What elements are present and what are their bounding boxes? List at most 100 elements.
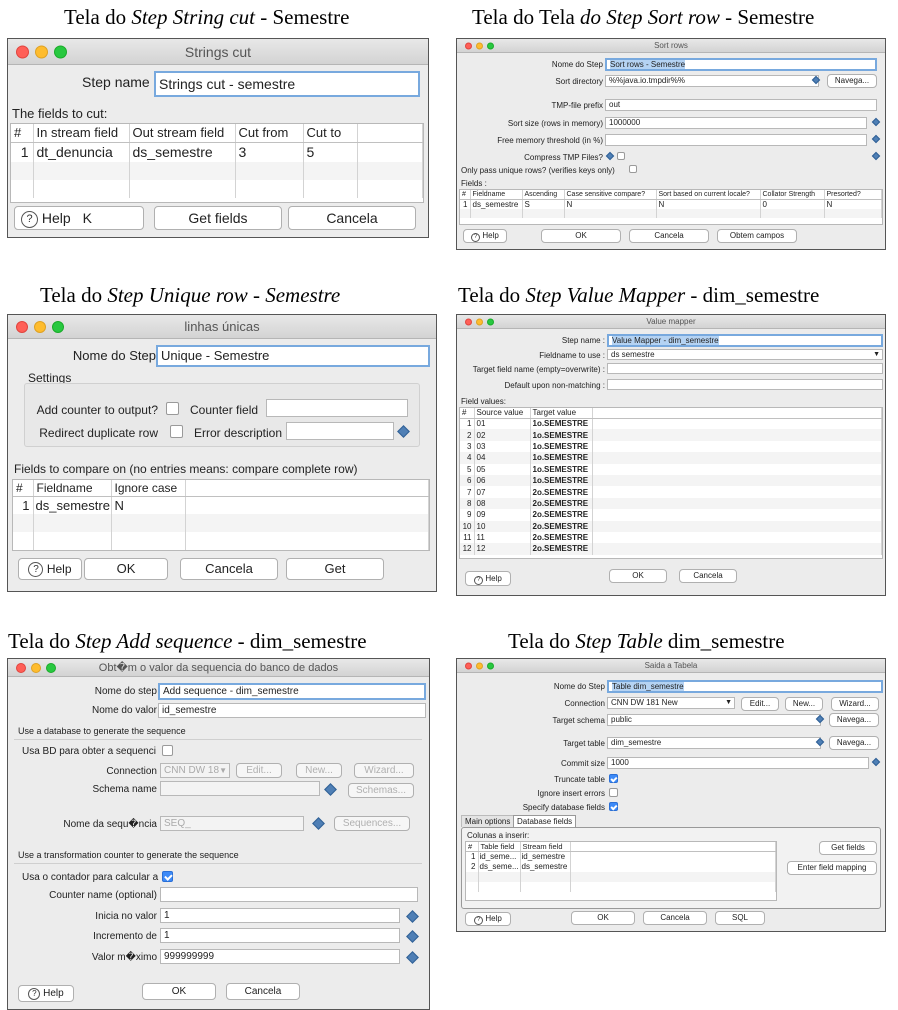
target-field-input[interactable] — [607, 363, 883, 374]
table-cell[interactable] — [592, 509, 882, 521]
cancel-button[interactable]: Cancela — [226, 983, 300, 1000]
table-cell[interactable]: N — [656, 199, 761, 209]
ignore-errors-checkbox[interactable] — [609, 788, 618, 797]
connection-select[interactable]: CNN DW 181 New ▼ — [607, 697, 735, 709]
table-cell[interactable]: 2o.SEMESTRE — [530, 543, 593, 555]
cancel-button[interactable]: Cancela — [629, 229, 709, 243]
table-cell[interactable] — [185, 496, 429, 514]
table-cell[interactable] — [570, 861, 776, 872]
table-cell[interactable] — [357, 142, 423, 162]
column-header[interactable]: Out stream field — [129, 124, 236, 143]
table-cell[interactable] — [592, 440, 882, 453]
column-header[interactable]: Ignore case — [111, 480, 186, 497]
compress-checkbox[interactable] — [617, 152, 625, 160]
fields-table[interactable]: # Fieldname Ascending Case sensitive com… — [459, 189, 883, 225]
column-header[interactable]: Presorted? — [824, 190, 882, 200]
table-cell[interactable] — [592, 463, 882, 475]
table-row[interactable] — [466, 871, 776, 882]
table-cell[interactable]: 02 — [474, 429, 531, 441]
table-cell[interactable]: ds_semestre — [470, 199, 523, 209]
browse-table-button[interactable]: Navega... — [829, 736, 879, 750]
ok-button[interactable]: OK — [541, 229, 621, 243]
add-counter-checkbox[interactable] — [166, 402, 179, 415]
variable-icon[interactable] — [406, 951, 419, 964]
table-cell[interactable]: ds_semestre — [129, 142, 236, 162]
table-row[interactable]: 7 07 2o.SEMESTRE — [460, 486, 882, 498]
table-cell[interactable]: 01 — [474, 418, 531, 430]
variable-icon[interactable] — [312, 817, 325, 830]
enter-field-mapping-button[interactable]: Enter field mapping — [787, 861, 877, 875]
column-header[interactable]: Stream field — [520, 842, 571, 852]
table-cell[interactable]: 07 — [474, 486, 531, 498]
column-header[interactable]: Cut from — [235, 124, 304, 143]
table-cell[interactable]: 05 — [474, 463, 531, 475]
table-cell[interactable]: dt_denuncia — [33, 142, 130, 162]
get-fields-button[interactable]: Obtem campos — [717, 229, 797, 243]
table-cell[interactable]: id_seme... — [478, 851, 521, 862]
table-cell[interactable]: 04 — [474, 452, 531, 464]
edit-button[interactable]: Edit... — [741, 697, 779, 711]
table-cell[interactable]: S — [522, 199, 565, 209]
fields-table[interactable]: # Fieldname Ignore case 1 ds_semestre N — [12, 479, 430, 551]
variable-icon[interactable] — [324, 783, 337, 796]
table-cell[interactable]: 1o.SEMESTRE — [530, 418, 593, 430]
schema-name-input[interactable] — [160, 781, 320, 796]
connection-select[interactable]: CNN DW 18 ▼ — [160, 763, 230, 778]
table-cell[interactable] — [592, 452, 882, 464]
browse-button[interactable]: Navega... — [827, 74, 877, 88]
fields-table[interactable]: # In stream field Out stream field Cut f… — [10, 123, 424, 203]
help-button[interactable]: ? Help — [18, 985, 74, 1002]
tmp-prefix-input[interactable]: out — [605, 99, 877, 111]
get-fields-button[interactable]: Get fields — [154, 206, 282, 230]
start-value-input[interactable]: 1 — [160, 908, 400, 923]
table-cell[interactable]: 0 — [760, 199, 825, 209]
table-cell[interactable]: 5 — [303, 142, 358, 162]
commit-size-input[interactable]: 1000 — [607, 757, 869, 769]
step-name-input[interactable]: Strings cut - semestre — [154, 71, 420, 97]
variable-icon[interactable] — [406, 930, 419, 943]
table-row[interactable]: 2 ds_seme... ds_semestre — [466, 861, 776, 872]
fieldname-select[interactable]: ds semestre ▼ — [607, 349, 883, 360]
variable-icon[interactable] — [871, 117, 881, 127]
default-input[interactable] — [607, 379, 883, 390]
database-fields-table[interactable]: # Table field Stream field 1 id_seme... … — [465, 841, 777, 901]
wizard-button[interactable]: Wizard... — [831, 697, 879, 711]
column-header[interactable]: # — [11, 124, 34, 143]
column-header[interactable]: # — [460, 408, 475, 419]
help-button[interactable]: ? Help K — [14, 206, 144, 230]
variable-icon[interactable] — [406, 910, 419, 923]
table-row[interactable]: 11 11 2o.SEMESTRE — [460, 531, 882, 544]
sequence-name-input[interactable]: SEQ_ — [160, 816, 304, 831]
get-button[interactable]: Get — [286, 558, 384, 580]
table-row[interactable] — [466, 881, 776, 892]
table-cell[interactable]: 3 — [235, 142, 304, 162]
table-cell[interactable] — [592, 497, 882, 510]
table-cell[interactable]: N — [111, 496, 186, 514]
table-cell[interactable]: 1o.SEMESTRE — [530, 474, 593, 487]
table-row[interactable] — [460, 209, 882, 218]
step-name-input[interactable]: Add sequence - dim_semestre — [158, 683, 426, 700]
table-cell[interactable]: 03 — [474, 440, 531, 453]
table-cell[interactable] — [592, 474, 882, 487]
table-cell[interactable]: 2o.SEMESTRE — [530, 509, 593, 521]
table-cell[interactable]: 1o.SEMESTRE — [530, 429, 593, 441]
column-header[interactable]: In stream field — [33, 124, 130, 143]
table-cell[interactable]: 12 — [474, 543, 531, 555]
column-header[interactable]: # — [466, 842, 479, 852]
table-cell[interactable]: N — [564, 199, 657, 209]
get-fields-button[interactable]: Get fields — [819, 841, 877, 855]
step-name-input[interactable]: Table dim_semestre — [607, 680, 883, 693]
step-name-input[interactable]: Sort rows - Semestre — [605, 58, 877, 71]
wizard-button[interactable]: Wizard... — [354, 763, 414, 778]
table-row[interactable] — [11, 162, 423, 180]
table-row[interactable]: 1 ds_semestre N — [13, 496, 429, 514]
table-cell[interactable]: ds_semestre — [520, 861, 571, 872]
table-cell[interactable]: 2o.SEMESTRE — [530, 531, 593, 544]
table-row[interactable]: 9 09 2o.SEMESTRE — [460, 509, 882, 521]
table-row[interactable]: 5 05 1o.SEMESTRE — [460, 463, 882, 475]
table-row[interactable]: 8 08 2o.SEMESTRE — [460, 497, 882, 510]
help-button[interactable]: ? Help — [463, 229, 507, 243]
table-row[interactable]: 1 01 1o.SEMESTRE — [460, 418, 882, 430]
free-memory-input[interactable] — [605, 134, 867, 146]
column-header[interactable]: Cut to — [303, 124, 358, 143]
